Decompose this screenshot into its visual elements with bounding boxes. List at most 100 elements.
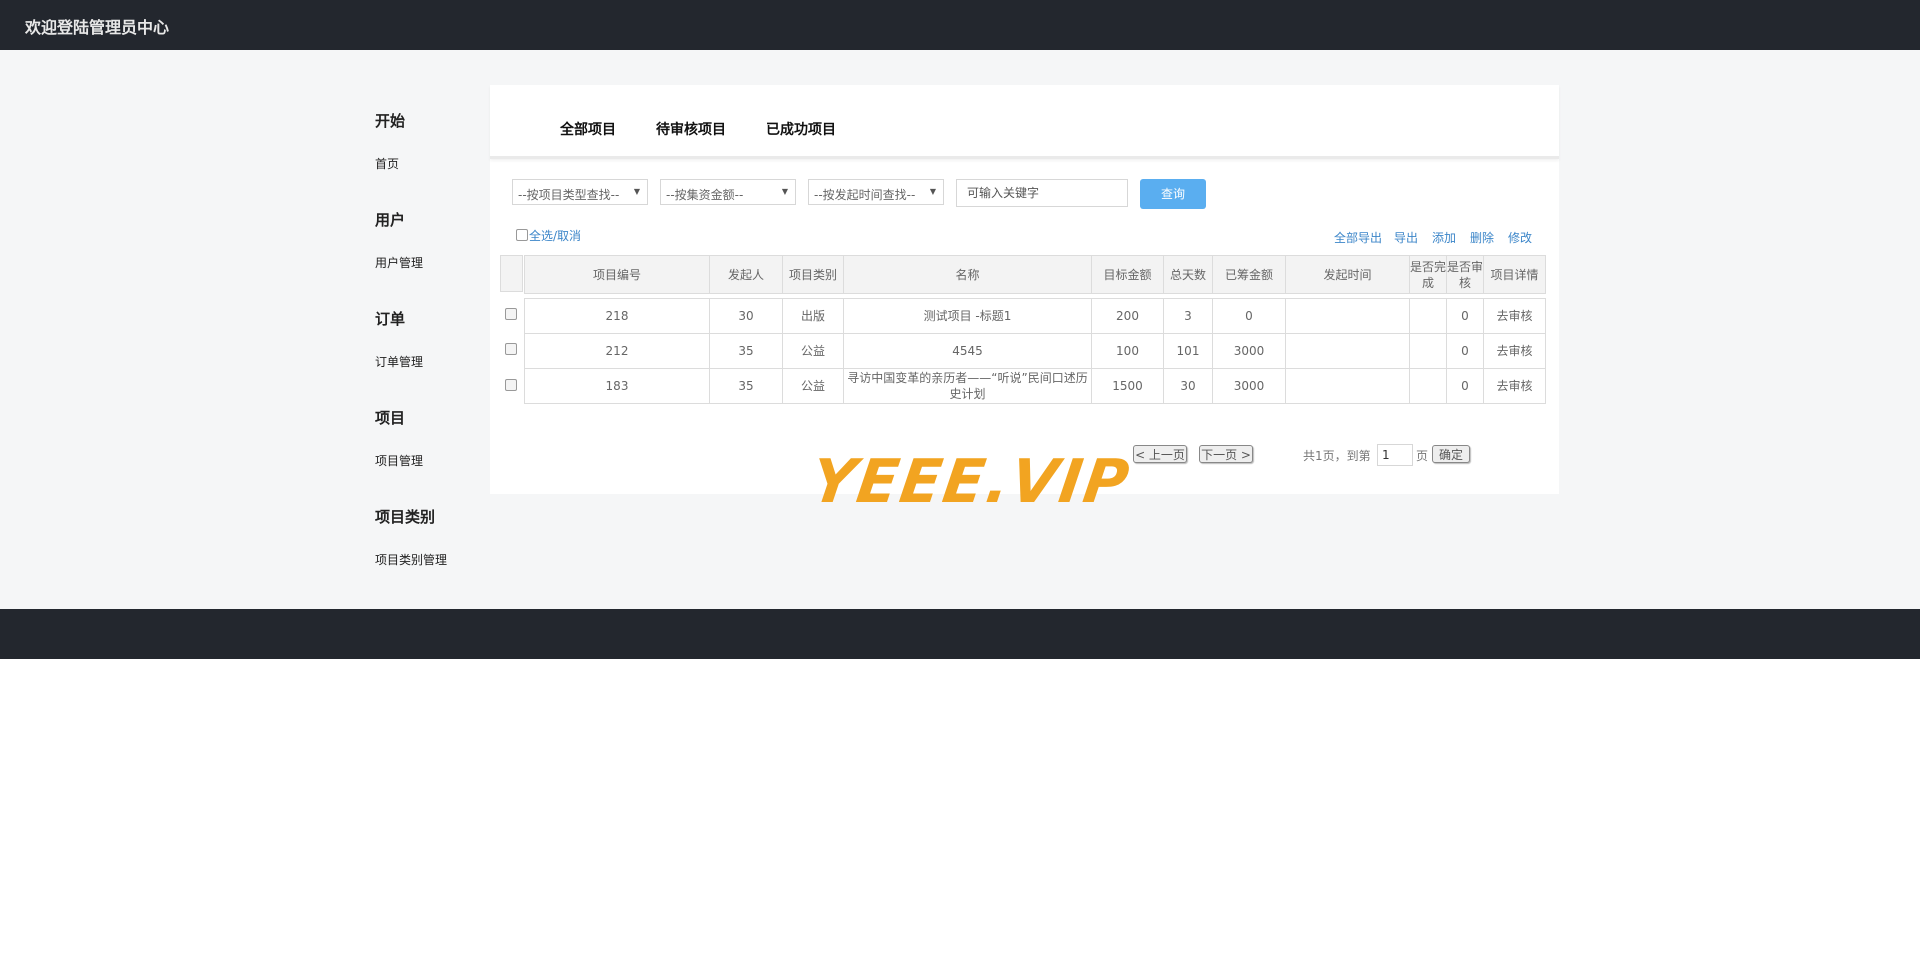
column-header: 发起人 (709, 255, 783, 294)
cell-completed (1409, 368, 1447, 404)
keyword-input[interactable] (956, 179, 1128, 207)
cell-raised-amount: 3000 (1212, 333, 1286, 369)
project-type-select[interactable]: --按项目类型查找-- ▼ (512, 179, 648, 205)
caret-down-icon: ▼ (929, 187, 936, 196)
top-bar: 欢迎登陆管理员中心 (0, 0, 1920, 50)
tab-successful[interactable]: 已成功项目 (766, 119, 836, 139)
sidebar-item-home[interactable]: 首页 (375, 155, 399, 172)
select-all-toggle[interactable]: 全选/取消 (516, 227, 581, 244)
column-header: 名称 (843, 255, 1092, 294)
table-row: 183 35 公益 寻访中国变革的亲历者——“听说”民间口述历史计划 1500 … (524, 368, 1546, 404)
cell-initiator: 35 (709, 333, 783, 369)
project-type-select-value: --按项目类型查找-- (518, 188, 620, 202)
cell-start-time (1285, 368, 1410, 404)
sidebar-section-projects: 项目 项目管理 (375, 407, 423, 468)
row-checkbox[interactable] (505, 343, 517, 355)
cell-project-id: 212 (524, 333, 710, 369)
cell-name: 寻访中国变革的亲历者——“听说”民间口述历史计划 (843, 368, 1092, 404)
cell-reviewed: 0 (1446, 333, 1484, 369)
tab-pending-review[interactable]: 待审核项目 (656, 119, 726, 139)
sidebar-item-category-management[interactable]: 项目类别管理 (375, 551, 447, 568)
table-header-row: 项目编号 发起人 项目类别 名称 目标金额 总天数 已筹金额 发起时间 是否完成… (524, 255, 1546, 294)
row-checkbox[interactable] (505, 379, 517, 391)
cell-reviewed: 0 (1446, 298, 1484, 334)
cell-category: 出版 (782, 298, 844, 334)
column-header: 发起时间 (1285, 255, 1410, 294)
cell-target-amount: 200 (1091, 298, 1164, 334)
cell-start-time (1285, 298, 1410, 334)
page-number-input[interactable] (1377, 444, 1413, 466)
page-total-label: 共1页，到第 (1303, 449, 1371, 463)
sidebar-section-orders: 订单 订单管理 (375, 308, 423, 369)
table-row: 212 35 公益 4545 100 101 3000 0 去审核 (524, 333, 1546, 369)
cell-project-id: 183 (524, 368, 710, 404)
cell-reviewed: 0 (1446, 368, 1484, 404)
table-checkbox-column-header (500, 255, 523, 292)
start-time-select[interactable]: --按发起时间查找-- ▼ (808, 179, 944, 205)
row-checkbox[interactable] (505, 308, 517, 320)
cell-initiator: 35 (709, 368, 783, 404)
column-header: 项目详情 (1483, 255, 1546, 294)
review-link[interactable]: 去审核 (1483, 368, 1546, 404)
column-header: 是否完成 (1409, 255, 1447, 294)
sidebar-heading: 订单 (375, 310, 406, 328)
table-row: 218 30 出版 测试项目 -标题1 200 3 0 0 去审核 (524, 298, 1546, 334)
column-header: 项目编号 (524, 255, 710, 294)
select-all-checkbox[interactable] (516, 229, 528, 241)
sidebar-heading: 项目 (375, 409, 406, 427)
cell-total-days: 3 (1163, 298, 1213, 334)
cell-start-time (1285, 333, 1410, 369)
column-header: 已筹金额 (1212, 255, 1286, 294)
prev-page-button[interactable]: < 上一页 (1133, 445, 1187, 463)
cell-raised-amount: 3000 (1212, 368, 1286, 404)
column-header: 项目类别 (782, 255, 844, 294)
column-header: 总天数 (1163, 255, 1213, 294)
confirm-page-button[interactable]: 确定 (1432, 445, 1470, 463)
sidebar-item-order-management[interactable]: 订单管理 (375, 353, 423, 370)
sidebar-item-project-management[interactable]: 项目管理 (375, 452, 423, 469)
amount-select-value: --按集资金额-- (666, 188, 744, 202)
cell-total-days: 101 (1163, 333, 1213, 369)
start-time-select-value: --按发起时间查找-- (814, 188, 916, 202)
projects-table: 项目编号 发起人 项目类别 名称 目标金额 总天数 已筹金额 发起时间 是否完成… (524, 255, 1546, 404)
caret-down-icon: ▼ (633, 187, 640, 196)
content-panel: 全部项目 待审核项目 已成功项目 --按项目类型查找-- ▼ --按集资金额--… (490, 85, 1559, 494)
sidebar-heading: 项目类别 (375, 508, 436, 526)
watermark: YEEE.VIP (807, 447, 1135, 517)
cell-name: 4545 (843, 333, 1092, 369)
caret-down-icon: ▼ (781, 187, 788, 196)
review-link[interactable]: 去审核 (1483, 333, 1546, 369)
amount-select[interactable]: --按集资金额-- ▼ (660, 179, 796, 205)
cell-category: 公益 (782, 368, 844, 404)
page-title: 欢迎登陆管理员中心 (25, 18, 170, 37)
cell-target-amount: 1500 (1091, 368, 1164, 404)
add-link[interactable]: 添加 (1432, 229, 1456, 246)
edit-link[interactable]: 修改 (1508, 229, 1532, 246)
sidebar-section-categories: 项目类别 项目类别管理 (375, 506, 447, 567)
column-header: 目标金额 (1091, 255, 1164, 294)
sidebar-section-start: 开始 首页 (375, 110, 406, 171)
export-link[interactable]: 导出 (1394, 229, 1418, 246)
cell-initiator: 30 (709, 298, 783, 334)
query-button[interactable]: 查询 (1140, 179, 1206, 209)
next-page-button[interactable]: 下一页 > (1199, 445, 1253, 463)
cell-project-id: 218 (524, 298, 710, 334)
column-header: 是否审核 (1446, 255, 1484, 294)
delete-link[interactable]: 删除 (1470, 229, 1494, 246)
select-all-label: 全选/取消 (529, 229, 582, 243)
tab-all-projects[interactable]: 全部项目 (560, 119, 616, 139)
sidebar-heading: 开始 (375, 112, 406, 130)
cell-name: 测试项目 -标题1 (843, 298, 1092, 334)
cell-category: 公益 (782, 333, 844, 369)
cell-total-days: 30 (1163, 368, 1213, 404)
sidebar-item-user-management[interactable]: 用户管理 (375, 254, 423, 271)
cell-raised-amount: 0 (1212, 298, 1286, 334)
cell-completed (1409, 333, 1447, 369)
export-all-link[interactable]: 全部导出 (1334, 229, 1382, 246)
tab-bar: 全部项目 待审核项目 已成功项目 (490, 85, 1559, 159)
footer-bar (0, 609, 1920, 659)
sidebar-heading: 用户 (375, 211, 406, 229)
cell-target-amount: 100 (1091, 333, 1164, 369)
review-link[interactable]: 去审核 (1483, 298, 1546, 334)
page-unit-label: 页 (1416, 449, 1429, 463)
